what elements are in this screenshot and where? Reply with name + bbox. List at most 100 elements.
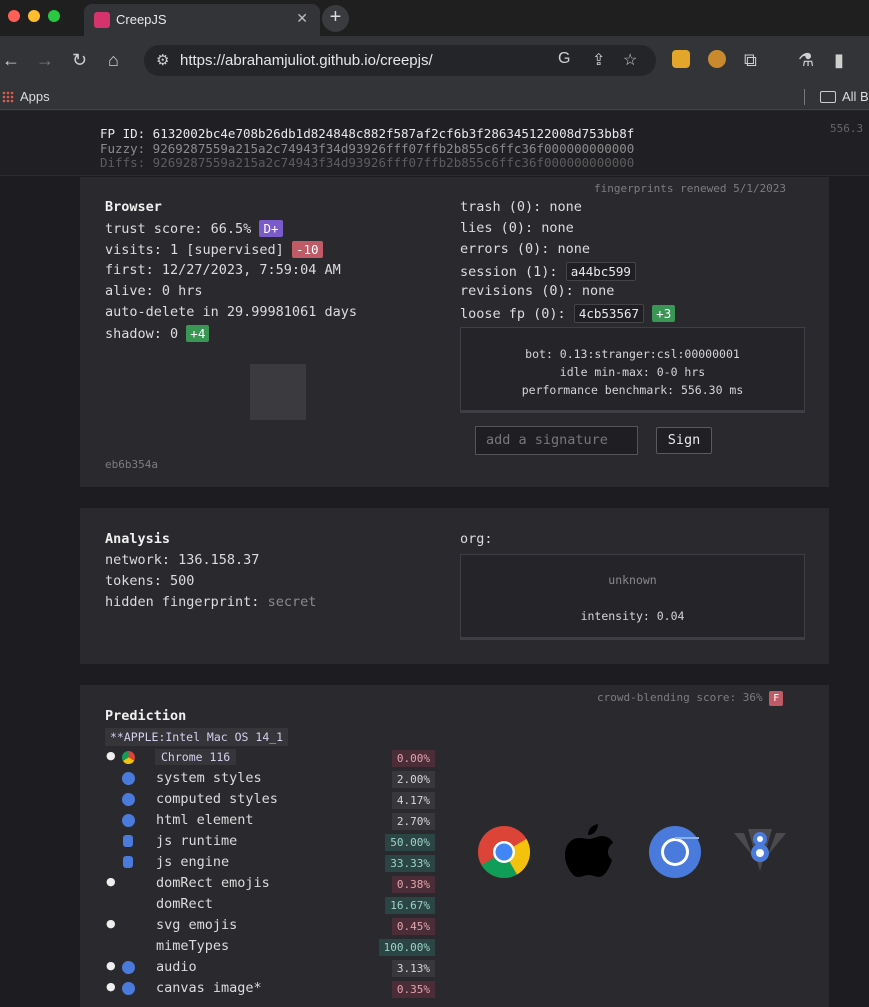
v8-logo-icon xyxy=(734,829,786,871)
address-bar[interactable]: ⚙ https://abrahamjuliot.github.io/creepj… xyxy=(144,45,656,76)
tab-close-icon[interactable]: ✕ xyxy=(296,10,308,27)
prediction-label: domRect xyxy=(156,896,213,912)
prediction-row-browser: ● Chrome 116 0.00% xyxy=(105,749,435,770)
alive: alive: 0 hrs xyxy=(105,283,203,299)
intensity: intensity: 0.04 xyxy=(580,609,685,623)
visits: visits: 1 [supervised] -10 xyxy=(105,241,323,258)
crowd-grade-badge: F xyxy=(769,691,784,706)
chromium-logo-icon xyxy=(649,826,701,878)
apple-icon: ● xyxy=(106,959,116,972)
apple-icon: ● xyxy=(106,917,116,930)
bookmark-all[interactable]: All B xyxy=(842,89,869,104)
table-row: ● svg emojis 0.45% xyxy=(105,917,435,938)
table-row: html element 2.70% xyxy=(105,812,435,833)
chromium-icon xyxy=(122,961,135,974)
hidden-fingerprint-value: secret xyxy=(267,594,317,610)
errors: errors (0): none xyxy=(460,241,591,257)
prediction-label: audio xyxy=(156,959,197,975)
apple-icon: ● xyxy=(106,980,116,993)
prediction-label: domRect emojis xyxy=(156,875,270,891)
side-panel-icon[interactable]: ▮ xyxy=(834,48,844,72)
prediction-label: system styles xyxy=(156,770,262,786)
bot-info-box: bot: 0.13:stranger:csl:00000001 idle min… xyxy=(460,327,805,413)
v8-icon xyxy=(123,856,133,868)
browser-title: Browser xyxy=(105,199,162,215)
analysis-title: Analysis xyxy=(105,531,171,547)
creepjs-favicon-icon xyxy=(94,12,110,28)
prediction-pct: 2.00% xyxy=(391,771,435,788)
tokens: tokens: 500 xyxy=(105,573,195,589)
revisions: revisions (0): none xyxy=(460,283,615,299)
table-row: js engine 33.33% xyxy=(105,854,435,875)
prediction-pct: 100.00% xyxy=(378,939,435,956)
prediction-label: mimeTypes xyxy=(156,938,230,954)
browser-toolbar: ← → ↻ ⌂ ⚙ https://abrahamjuliot.github.i… xyxy=(0,36,869,84)
maximize-window-button[interactable] xyxy=(48,10,60,22)
shadow-delta-badge: +4 xyxy=(186,325,210,342)
page-content: FP ID: 6132002bc4e708b26db1d824848c882f5… xyxy=(0,111,869,1007)
extension-icon[interactable] xyxy=(672,50,690,68)
prediction-label: svg emojis xyxy=(156,917,238,933)
browser-panel: fingerprints renewed 5/1/2023 Browser tr… xyxy=(80,177,829,487)
extensions-puzzle-icon[interactable]: ⧉ xyxy=(744,48,757,72)
minimize-window-button[interactable] xyxy=(28,10,40,22)
org-unknown: unknown xyxy=(608,573,657,587)
auto-delete: auto-delete in 29.99981061 days xyxy=(105,304,357,320)
prediction-label: js engine xyxy=(156,854,230,870)
network: network: 136.158.37 xyxy=(105,552,260,568)
os-tag: **APPLE:Intel Mac OS 14_1 xyxy=(105,728,289,746)
sign-button[interactable]: Sign xyxy=(656,427,712,454)
fp-fuzzy: Fuzzy: 9269287559a215a2c74943f34d93926ff… xyxy=(100,141,635,156)
fingerprint-image xyxy=(250,364,306,420)
prediction-list: ● Chrome 116 0.00% system styles 2.00% c… xyxy=(105,749,435,1007)
crowd-blending-label: crowd-blending score: 36% xyxy=(597,691,763,704)
share-icon[interactable]: ⇪ xyxy=(592,50,605,70)
bookmark-star-icon[interactable]: ☆ xyxy=(623,50,637,70)
home-icon[interactable]: ⌂ xyxy=(108,48,119,72)
session-value: a44bc599 xyxy=(565,262,636,281)
google-lens-icon[interactable]: G xyxy=(558,50,570,68)
apps-grid-icon xyxy=(2,91,14,103)
session-label: session (1): xyxy=(460,264,558,280)
prediction-pct: 33.33% xyxy=(385,855,435,872)
forward-icon[interactable]: → xyxy=(36,48,54,72)
hidden-fingerprint: hidden fingerprint: secret xyxy=(105,594,316,610)
chromium-icon xyxy=(122,793,135,806)
prediction-pct: 0.00% xyxy=(391,750,435,767)
prediction-panel: crowd-blending score: 36% F Prediction *… xyxy=(80,685,829,1007)
fp-diffs: Diffs: 9269287559a215a2c74943f34d93926ff… xyxy=(100,155,635,170)
org-info-box: unknown intensity: 0.04 xyxy=(460,554,805,640)
site-settings-icon[interactable]: ⚙ xyxy=(156,51,169,69)
browser-tag: Chrome 116 xyxy=(155,749,237,765)
crowd-blending: crowd-blending score: 36% F xyxy=(597,691,784,706)
url-text: https://abrahamjuliot.github.io/creepjs/ xyxy=(180,52,433,69)
reload-icon[interactable]: ↻ xyxy=(72,48,87,72)
shadow-label: shadow: 0 xyxy=(105,326,179,342)
folder-icon xyxy=(820,91,836,103)
lies: lies (0): none xyxy=(460,220,574,236)
prediction-label: canvas image* xyxy=(156,980,262,996)
tab-title: CreepJS xyxy=(116,12,167,27)
prediction-pct: 0.45% xyxy=(391,918,435,935)
signature-input[interactable]: add a signature xyxy=(475,426,638,455)
prediction-pct: 2.70% xyxy=(391,813,435,830)
trash: trash (0): none xyxy=(460,199,582,215)
labs-flask-icon[interactable]: ⚗ xyxy=(798,48,814,72)
new-tab-button[interactable]: + xyxy=(322,5,349,32)
apple-logo-icon xyxy=(565,824,613,877)
trust-score: trust score: 66.5% D+ xyxy=(105,220,283,237)
org-label: org: xyxy=(460,531,493,547)
table-row: system styles 2.00% xyxy=(105,770,435,791)
visits-label: visits: 1 [supervised] xyxy=(105,242,284,258)
trust-grade-badge: D+ xyxy=(259,220,283,237)
chromium-icon xyxy=(122,814,135,827)
table-row: js runtime 50.00% xyxy=(105,833,435,854)
back-icon[interactable]: ← xyxy=(2,48,20,72)
bookmark-apps[interactable]: Apps xyxy=(20,89,50,104)
extension-icon[interactable] xyxy=(708,50,726,68)
close-window-button[interactable] xyxy=(8,10,20,22)
chrome-logo-icon xyxy=(478,826,530,878)
prediction-label: computed styles xyxy=(156,791,278,807)
tab-creepjs[interactable]: CreepJS ✕ xyxy=(84,4,320,36)
apple-icon: ● xyxy=(106,749,116,762)
